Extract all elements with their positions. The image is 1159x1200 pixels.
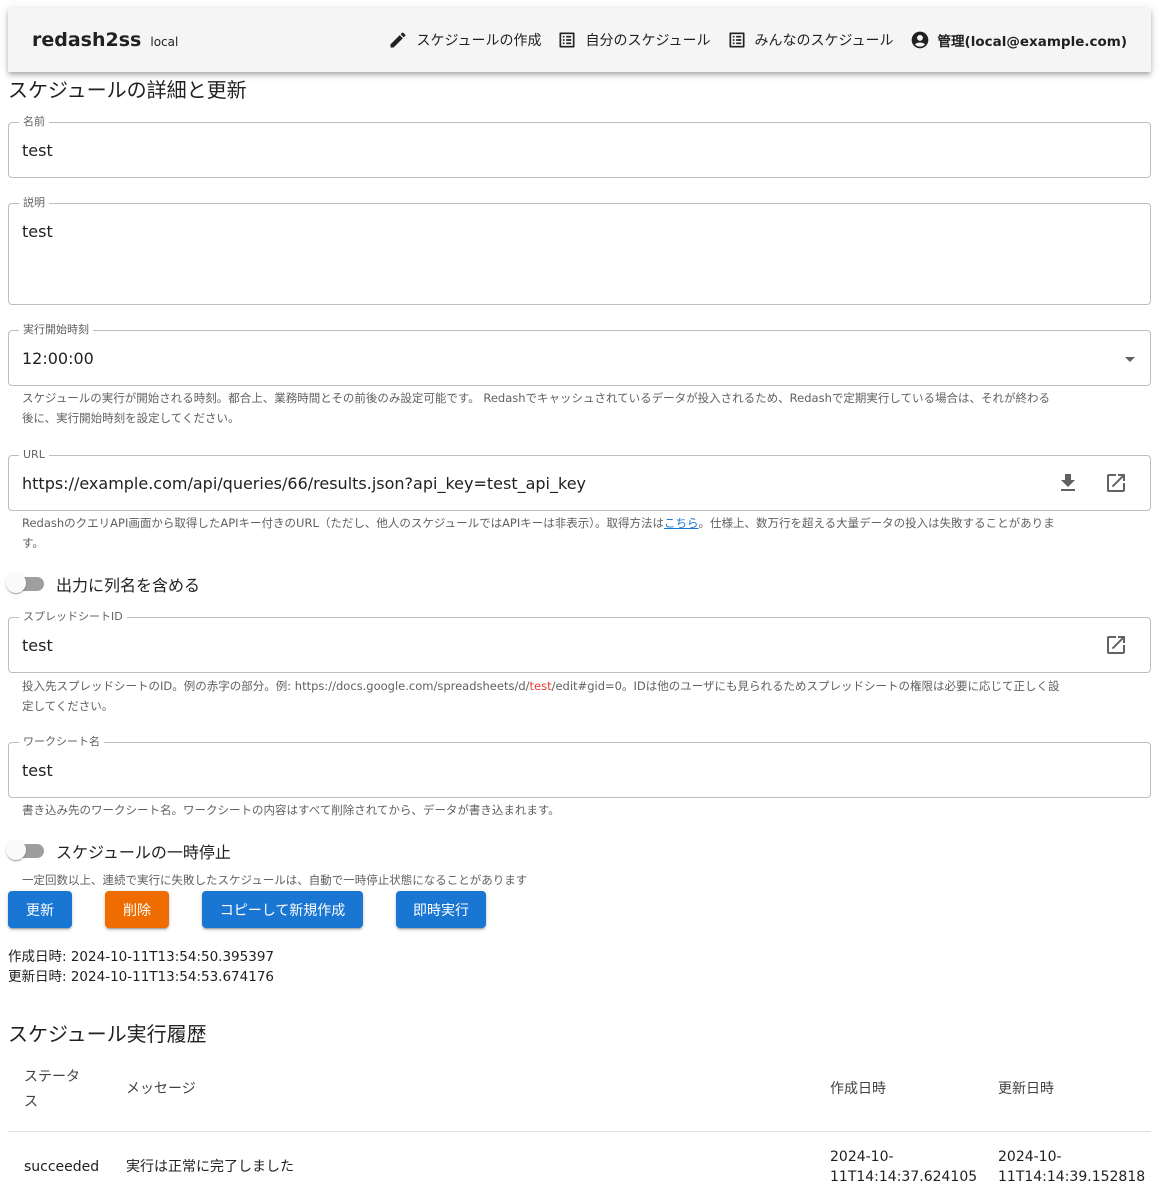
url-field-label: URL [19,448,49,462]
app-title[interactable]: redash2ss [32,29,141,51]
nav-all-schedules-label: みんなのスケジュール [754,33,894,49]
worksheet-input[interactable]: test [22,761,53,780]
list-icon [559,32,575,48]
start-time-hint: スケジュールの実行が開始される時刻。都合上、業務時間とその前後のみ設定可能です。… [22,391,1051,425]
worksheet-field[interactable]: ワークシート名 test [8,735,1151,798]
row-updated: 2024-10- 11T14:14:39.152818 [998,1149,1146,1185]
spreadsheet-id-label: スプレッドシートID [19,610,127,624]
pencil-icon [390,32,406,48]
row-message: 実行は正常に完了しました [126,1159,294,1175]
open-in-new-icon[interactable] [1104,633,1128,657]
delete-button[interactable]: 削除 [105,891,169,928]
include-header-toggle[interactable]: 出力に列名を含める [6,572,201,596]
spreadsheet-id-input[interactable]: test [22,636,53,655]
dropdown-arrow-icon[interactable] [1118,347,1142,371]
env-label: local [150,35,179,49]
pause-switch-thumb[interactable] [6,840,26,860]
nav-all-schedules[interactable]: みんなのスケジュール [727,30,894,50]
created-at: 作成日時: 2024-10-11T13:54:50.395397 [8,949,274,965]
spreadsheet-id-field[interactable]: スプレッドシートID test [8,610,1151,673]
pause-switch-track[interactable] [6,840,44,860]
pause-hint: 一定回数以上、連続で実行に失敗したスケジュールは、自動で一時停止状態になることが… [22,873,528,887]
nav-create-schedule[interactable]: スケジュールの作成 [388,30,541,50]
column-status[interactable]: ステータ ス [24,1067,80,1112]
nav-account[interactable]: 管理(local@example.com) [910,30,1127,50]
pause-toggle[interactable]: スケジュールの一時停止 [6,839,231,863]
account-circle-icon [911,31,928,49]
start-time-label: 実行開始時刻 [19,323,93,337]
name-field[interactable]: 名前 test [8,115,1151,178]
worksheet-hint: 書き込み先のワークシート名。ワークシートの内容はすべて削除されてから、データが書… [22,803,560,817]
row-status: succeeded [24,1159,100,1175]
url-input[interactable]: https://example.com/api/queries/66/resul… [22,474,586,493]
updated-at: 更新日時: 2024-10-11T13:54:53.674176 [8,969,274,985]
description-field-label: 説明 [19,196,49,210]
update-button[interactable]: 更新 [8,891,72,928]
nav-menu: スケジュールの作成 自分のスケジュール みんなのスケジュール 管理(local@… [372,30,1127,50]
name-input[interactable]: test [22,141,53,160]
include-header-label: 出力に列名を含める [56,576,201,595]
list-icon [729,32,745,48]
row-created: 2024-10- 11T14:14:37.624105 [830,1149,978,1185]
include-header-switch-thumb[interactable] [6,573,26,593]
start-time-select[interactable]: 実行開始時刻 12:00:00 [8,323,1151,386]
run-now-button[interactable]: 即時実行 [396,891,486,928]
url-field[interactable]: URL https://example.com/api/queries/66/r… [8,448,1151,511]
include-header-switch-track[interactable] [6,573,44,593]
nav-my-schedules-label: 自分のスケジュール [585,33,711,49]
nav-account-label: 管理(local@example.com) [937,34,1127,50]
description-textarea[interactable]: test [22,222,53,241]
start-time-value[interactable]: 12:00:00 [22,349,94,368]
copy-create-button[interactable]: コピーして新規作成 [202,891,363,928]
url-hint: RedashのクエリAPI画面から取得したAPIキー付きのURL（ただし、他人の… [22,516,1055,550]
column-message[interactable]: メッセージ [126,1079,196,1099]
how-to-link[interactable]: こちら [664,516,699,530]
pause-label: スケジュールの一時停止 [56,843,231,862]
nav-create-schedule-label: スケジュールの作成 [416,33,542,49]
table-divider [8,1131,1151,1132]
page-title: スケジュールの詳細と更新 [8,78,247,102]
column-created[interactable]: 作成日時 [830,1079,886,1099]
name-field-label: 名前 [19,115,49,129]
history-title: スケジュール実行履歴 [8,1022,207,1046]
nav-my-schedules[interactable]: 自分のスケジュール [557,30,711,50]
open-in-new-icon[interactable] [1104,471,1128,495]
spreadsheet-id-hint: 投入先スプレッドシートのID。例の赤字の部分。例: https://docs.g… [22,679,1060,713]
download-icon[interactable] [1056,471,1080,495]
app-bar: redash2ss local スケジュールの作成 自分のスケジュール みんなの… [8,8,1151,72]
description-field[interactable]: 説明 test [8,196,1151,305]
worksheet-label: ワークシート名 [19,735,104,749]
column-updated[interactable]: 更新日時 [998,1079,1054,1099]
